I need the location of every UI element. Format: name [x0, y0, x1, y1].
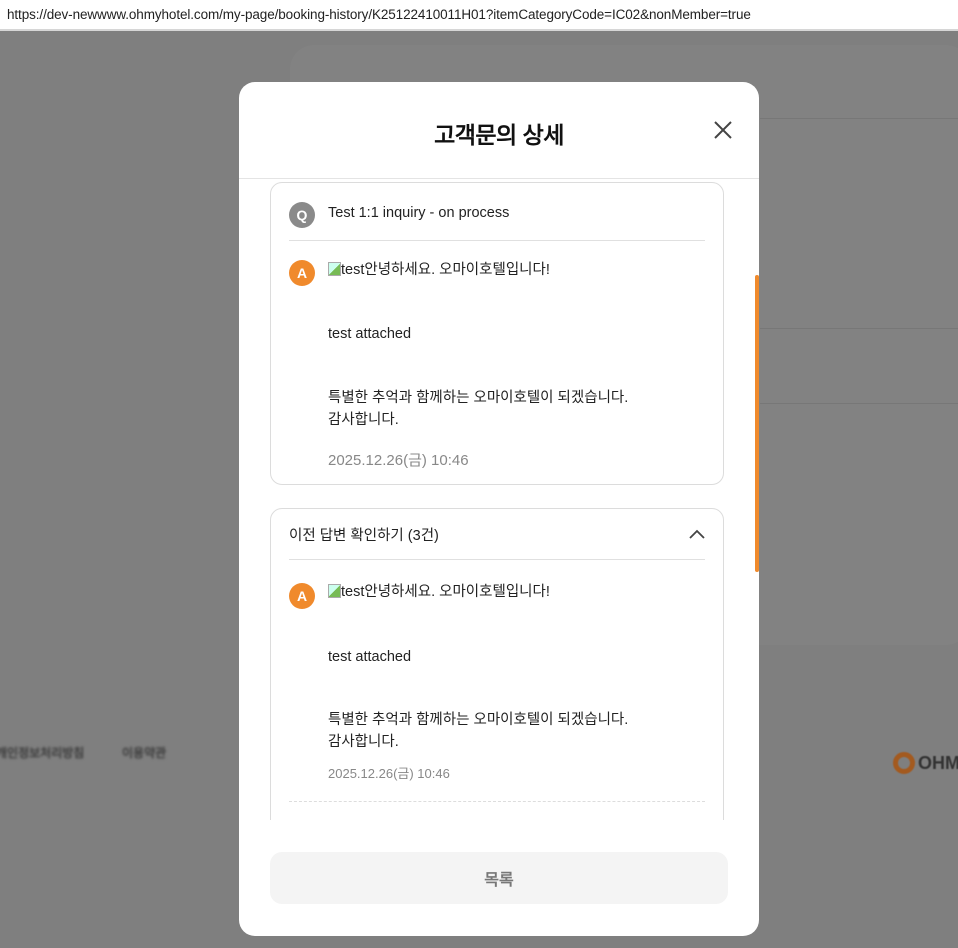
inquiry-detail-modal: 고객문의 상세 Q Test 1:1 inquiry - on process … [239, 82, 759, 936]
answer-badge: A [289, 583, 315, 609]
divider [760, 403, 958, 404]
scrollbar-thumb[interactable] [755, 275, 759, 572]
divider [760, 118, 958, 119]
list-button[interactable]: 목록 [270, 852, 728, 904]
footer-link-privacy[interactable]: 개인정보처리방침 [0, 744, 84, 761]
divider [760, 328, 958, 329]
answer-body: test attached [328, 326, 412, 342]
broken-image-icon [328, 584, 341, 598]
previous-answers-toggle[interactable]: 이전 답변 확인하기 (3건) [289, 525, 439, 547]
inquiry-card: Q Test 1:1 inquiry - on process A test안녕… [270, 182, 724, 485]
broken-image-icon [328, 262, 341, 276]
answer-thanks: 감사합니다. [328, 412, 399, 428]
answer-date: 2025.12.26(금) 10:46 [328, 452, 469, 469]
close-icon[interactable] [713, 120, 733, 140]
previous-answers-card: 이전 답변 확인하기 (3건) A test안녕하세요. 오마이호텔입니다! t… [270, 508, 724, 820]
chevron-up-icon[interactable] [689, 529, 705, 539]
answer-date: 2025.12.26(금) 10:46 [328, 766, 450, 781]
answer-closing: 특별한 추억과 함께하는 오마이호텔이 되겠습니다. [328, 390, 629, 406]
answer-body: test attached [328, 649, 412, 665]
dashed-divider [289, 801, 705, 802]
footer-link-terms[interactable]: 이용약관 [122, 744, 166, 761]
answer-closing: 특별한 추억과 함께하는 오마이호텔이 되겠습니다. [328, 712, 629, 728]
divider [289, 240, 705, 241]
question-badge: Q [289, 202, 315, 228]
ohmyhotel-logo: OHM [893, 752, 958, 774]
modal-scroll-area[interactable]: Q Test 1:1 inquiry - on process A test안녕… [239, 180, 759, 820]
address-bar[interactable]: https://dev-newwww.ohmyhotel.com/my-page… [0, 0, 958, 31]
answer-thanks: 감사합니다. [328, 734, 399, 750]
question-text: Test 1:1 inquiry - on process [328, 205, 510, 221]
modal-header: 고객문의 상세 [239, 82, 759, 179]
divider [289, 559, 705, 560]
answer-greeting: test안녕하세요. 오마이호텔입니다! [328, 581, 550, 603]
answer-badge: A [289, 260, 315, 286]
modal-title: 고객문의 상세 [434, 122, 564, 148]
answer-greeting: test안녕하세요. 오마이호텔입니다! [328, 259, 550, 281]
